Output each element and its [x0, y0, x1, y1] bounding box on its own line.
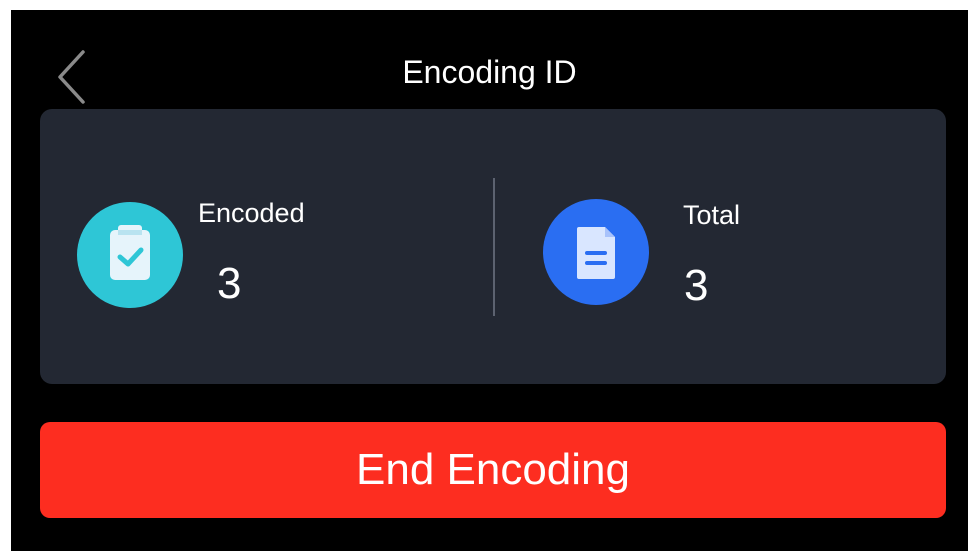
clipboard-check-icon: [77, 202, 183, 308]
encoded-value: 3: [217, 259, 242, 308]
end-encoding-button[interactable]: End Encoding: [40, 422, 946, 518]
total-value: 3: [684, 261, 709, 310]
encoded-label: Encoded: [198, 198, 305, 228]
total-label: Total: [683, 200, 741, 230]
stats-divider: [493, 178, 495, 316]
encoding-screen: Encoding ID Encoded 3 Total 3 End Encodi…: [11, 10, 968, 551]
stats-card: Encoded 3 Total 3: [40, 109, 946, 384]
document-icon: [543, 199, 649, 305]
page-title: Encoding ID: [402, 54, 577, 90]
